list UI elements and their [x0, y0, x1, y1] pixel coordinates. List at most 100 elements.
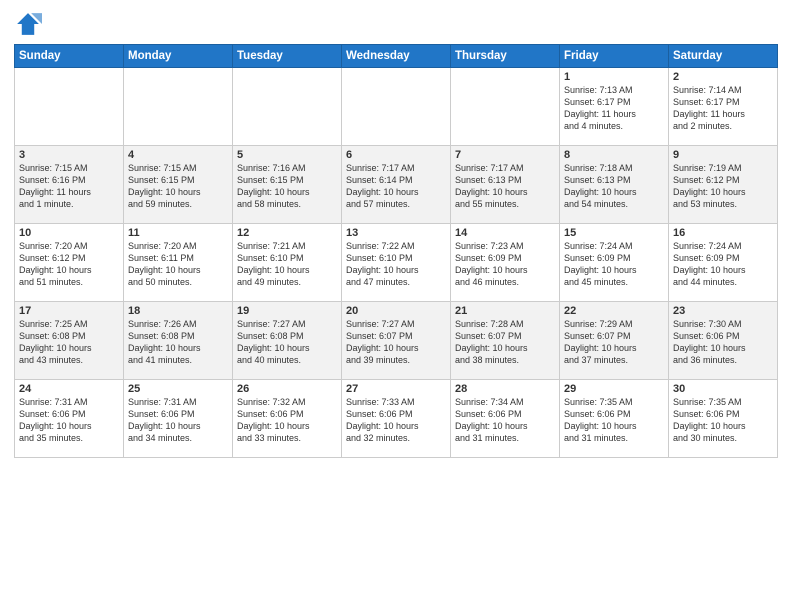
day-number: 30: [673, 383, 773, 395]
day-number: 9: [673, 149, 773, 161]
day-number: 19: [237, 305, 337, 317]
day-info: Sunrise: 7:21 AM Sunset: 6:10 PM Dayligh…: [237, 240, 337, 289]
day-info: Sunrise: 7:25 AM Sunset: 6:08 PM Dayligh…: [19, 318, 119, 367]
calendar-week-row: 3Sunrise: 7:15 AM Sunset: 6:16 PM Daylig…: [15, 146, 778, 224]
calendar-cell: 22Sunrise: 7:29 AM Sunset: 6:07 PM Dayli…: [560, 302, 669, 380]
day-info: Sunrise: 7:15 AM Sunset: 6:15 PM Dayligh…: [128, 162, 228, 211]
day-number: 5: [237, 149, 337, 161]
day-number: 4: [128, 149, 228, 161]
day-number: 15: [564, 227, 664, 239]
calendar-cell: 28Sunrise: 7:34 AM Sunset: 6:06 PM Dayli…: [451, 380, 560, 458]
calendar-cell: 13Sunrise: 7:22 AM Sunset: 6:10 PM Dayli…: [342, 224, 451, 302]
calendar-day-header: Saturday: [669, 45, 778, 68]
calendar-cell: 6Sunrise: 7:17 AM Sunset: 6:14 PM Daylig…: [342, 146, 451, 224]
day-info: Sunrise: 7:18 AM Sunset: 6:13 PM Dayligh…: [564, 162, 664, 211]
day-number: 26: [237, 383, 337, 395]
calendar-cell: 24Sunrise: 7:31 AM Sunset: 6:06 PM Dayli…: [15, 380, 124, 458]
day-number: 20: [346, 305, 446, 317]
day-number: 23: [673, 305, 773, 317]
calendar-day-header: Monday: [124, 45, 233, 68]
day-number: 18: [128, 305, 228, 317]
day-number: 8: [564, 149, 664, 161]
day-info: Sunrise: 7:17 AM Sunset: 6:14 PM Dayligh…: [346, 162, 446, 211]
day-info: Sunrise: 7:30 AM Sunset: 6:06 PM Dayligh…: [673, 318, 773, 367]
calendar-week-row: 17Sunrise: 7:25 AM Sunset: 6:08 PM Dayli…: [15, 302, 778, 380]
header: [14, 10, 778, 38]
calendar-cell: 7Sunrise: 7:17 AM Sunset: 6:13 PM Daylig…: [451, 146, 560, 224]
day-info: Sunrise: 7:29 AM Sunset: 6:07 PM Dayligh…: [564, 318, 664, 367]
calendar-cell: 30Sunrise: 7:35 AM Sunset: 6:06 PM Dayli…: [669, 380, 778, 458]
day-info: Sunrise: 7:14 AM Sunset: 6:17 PM Dayligh…: [673, 84, 773, 133]
day-info: Sunrise: 7:20 AM Sunset: 6:12 PM Dayligh…: [19, 240, 119, 289]
day-info: Sunrise: 7:31 AM Sunset: 6:06 PM Dayligh…: [19, 396, 119, 445]
calendar-cell: 3Sunrise: 7:15 AM Sunset: 6:16 PM Daylig…: [15, 146, 124, 224]
calendar-cell: 25Sunrise: 7:31 AM Sunset: 6:06 PM Dayli…: [124, 380, 233, 458]
day-info: Sunrise: 7:34 AM Sunset: 6:06 PM Dayligh…: [455, 396, 555, 445]
calendar-cell: 2Sunrise: 7:14 AM Sunset: 6:17 PM Daylig…: [669, 68, 778, 146]
calendar-day-header: Sunday: [15, 45, 124, 68]
calendar-cell: 14Sunrise: 7:23 AM Sunset: 6:09 PM Dayli…: [451, 224, 560, 302]
day-info: Sunrise: 7:23 AM Sunset: 6:09 PM Dayligh…: [455, 240, 555, 289]
calendar-header-row: SundayMondayTuesdayWednesdayThursdayFrid…: [15, 45, 778, 68]
day-number: 21: [455, 305, 555, 317]
calendar-day-header: Tuesday: [233, 45, 342, 68]
day-number: 3: [19, 149, 119, 161]
calendar-day-header: Friday: [560, 45, 669, 68]
calendar-cell: 10Sunrise: 7:20 AM Sunset: 6:12 PM Dayli…: [15, 224, 124, 302]
calendar-cell: 11Sunrise: 7:20 AM Sunset: 6:11 PM Dayli…: [124, 224, 233, 302]
day-number: 28: [455, 383, 555, 395]
day-number: 29: [564, 383, 664, 395]
calendar-week-row: 24Sunrise: 7:31 AM Sunset: 6:06 PM Dayli…: [15, 380, 778, 458]
calendar-cell: 23Sunrise: 7:30 AM Sunset: 6:06 PM Dayli…: [669, 302, 778, 380]
calendar-cell: 5Sunrise: 7:16 AM Sunset: 6:15 PM Daylig…: [233, 146, 342, 224]
day-info: Sunrise: 7:22 AM Sunset: 6:10 PM Dayligh…: [346, 240, 446, 289]
day-info: Sunrise: 7:31 AM Sunset: 6:06 PM Dayligh…: [128, 396, 228, 445]
day-number: 10: [19, 227, 119, 239]
calendar-week-row: 1Sunrise: 7:13 AM Sunset: 6:17 PM Daylig…: [15, 68, 778, 146]
day-info: Sunrise: 7:24 AM Sunset: 6:09 PM Dayligh…: [564, 240, 664, 289]
day-info: Sunrise: 7:28 AM Sunset: 6:07 PM Dayligh…: [455, 318, 555, 367]
calendar-cell: [233, 68, 342, 146]
calendar-week-row: 10Sunrise: 7:20 AM Sunset: 6:12 PM Dayli…: [15, 224, 778, 302]
calendar-cell: 20Sunrise: 7:27 AM Sunset: 6:07 PM Dayli…: [342, 302, 451, 380]
calendar-cell: 15Sunrise: 7:24 AM Sunset: 6:09 PM Dayli…: [560, 224, 669, 302]
day-info: Sunrise: 7:27 AM Sunset: 6:08 PM Dayligh…: [237, 318, 337, 367]
calendar-cell: 27Sunrise: 7:33 AM Sunset: 6:06 PM Dayli…: [342, 380, 451, 458]
day-number: 22: [564, 305, 664, 317]
day-info: Sunrise: 7:27 AM Sunset: 6:07 PM Dayligh…: [346, 318, 446, 367]
day-number: 7: [455, 149, 555, 161]
day-info: Sunrise: 7:20 AM Sunset: 6:11 PM Dayligh…: [128, 240, 228, 289]
day-info: Sunrise: 7:26 AM Sunset: 6:08 PM Dayligh…: [128, 318, 228, 367]
day-info: Sunrise: 7:35 AM Sunset: 6:06 PM Dayligh…: [673, 396, 773, 445]
day-info: Sunrise: 7:33 AM Sunset: 6:06 PM Dayligh…: [346, 396, 446, 445]
logo: [14, 10, 46, 38]
calendar-cell: 12Sunrise: 7:21 AM Sunset: 6:10 PM Dayli…: [233, 224, 342, 302]
day-number: 25: [128, 383, 228, 395]
calendar-cell: [15, 68, 124, 146]
calendar-cell: 26Sunrise: 7:32 AM Sunset: 6:06 PM Dayli…: [233, 380, 342, 458]
day-number: 17: [19, 305, 119, 317]
calendar-cell: 9Sunrise: 7:19 AM Sunset: 6:12 PM Daylig…: [669, 146, 778, 224]
day-info: Sunrise: 7:35 AM Sunset: 6:06 PM Dayligh…: [564, 396, 664, 445]
day-number: 14: [455, 227, 555, 239]
day-number: 13: [346, 227, 446, 239]
calendar-cell: 18Sunrise: 7:26 AM Sunset: 6:08 PM Dayli…: [124, 302, 233, 380]
day-number: 11: [128, 227, 228, 239]
day-number: 6: [346, 149, 446, 161]
day-info: Sunrise: 7:13 AM Sunset: 6:17 PM Dayligh…: [564, 84, 664, 133]
calendar-cell: 16Sunrise: 7:24 AM Sunset: 6:09 PM Dayli…: [669, 224, 778, 302]
day-info: Sunrise: 7:24 AM Sunset: 6:09 PM Dayligh…: [673, 240, 773, 289]
day-info: Sunrise: 7:15 AM Sunset: 6:16 PM Dayligh…: [19, 162, 119, 211]
calendar-cell: 29Sunrise: 7:35 AM Sunset: 6:06 PM Dayli…: [560, 380, 669, 458]
logo-icon: [14, 10, 42, 38]
day-number: 12: [237, 227, 337, 239]
calendar-cell: 8Sunrise: 7:18 AM Sunset: 6:13 PM Daylig…: [560, 146, 669, 224]
day-number: 27: [346, 383, 446, 395]
day-number: 1: [564, 71, 664, 83]
calendar-cell: [342, 68, 451, 146]
day-info: Sunrise: 7:17 AM Sunset: 6:13 PM Dayligh…: [455, 162, 555, 211]
calendar-cell: [451, 68, 560, 146]
calendar-cell: 21Sunrise: 7:28 AM Sunset: 6:07 PM Dayli…: [451, 302, 560, 380]
calendar-cell: [124, 68, 233, 146]
calendar-cell: 4Sunrise: 7:15 AM Sunset: 6:15 PM Daylig…: [124, 146, 233, 224]
